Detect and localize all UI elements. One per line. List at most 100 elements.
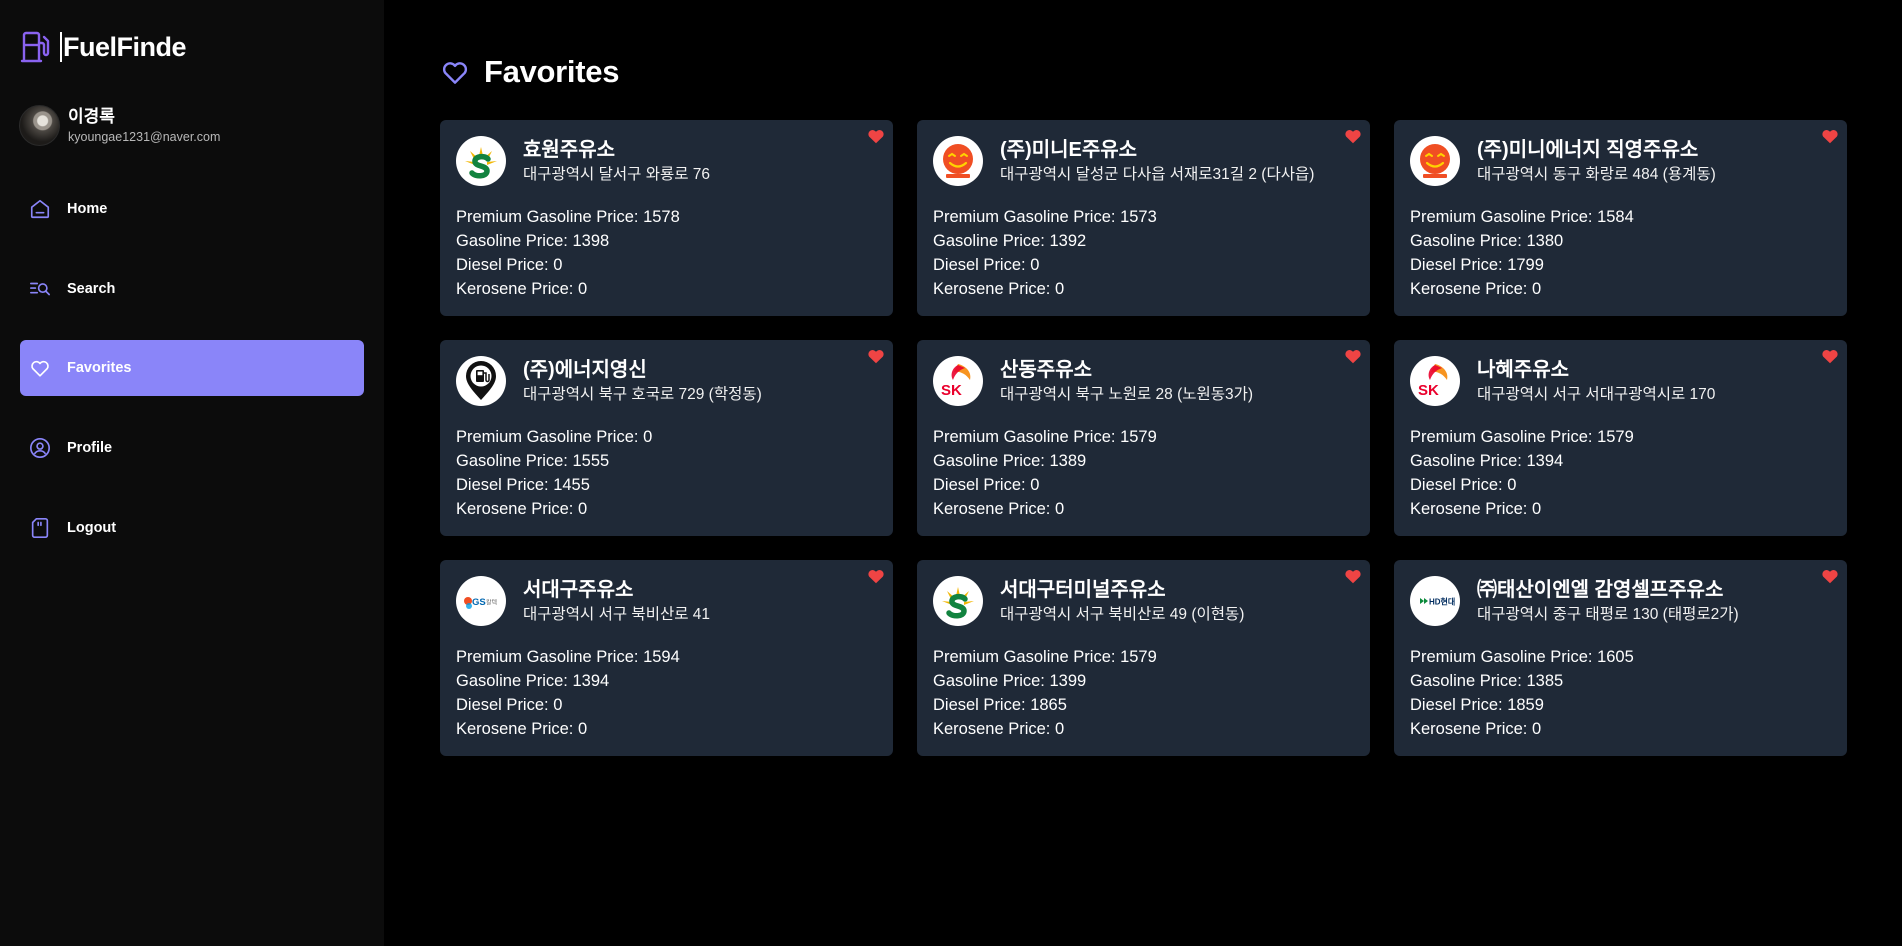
premium-price-value: 1578 — [643, 208, 680, 226]
favorite-heart-icon[interactable] — [1344, 568, 1362, 584]
diesel-price-label: Diesel Price: — [1410, 696, 1508, 714]
nav-favorites[interactable]: Favorites — [20, 340, 364, 396]
station-card[interactable]: SK 나혜주유소 대구광역시 서구 서대구광역시로 170 Premium Ga… — [1394, 340, 1847, 536]
alddle-logo — [1410, 136, 1460, 186]
gasoline-price-label: Gasoline Price: — [933, 232, 1050, 250]
gasoline-price-value: 1398 — [572, 232, 610, 250]
kerosene-price-label: Kerosene Price: — [1410, 720, 1532, 738]
station-name: (주)미니E주유소 — [1000, 139, 1138, 161]
premium-price-label: Premium Gasoline Price: — [1410, 648, 1598, 666]
favorite-heart-icon[interactable] — [867, 128, 885, 144]
diesel-price-label: Diesel Price: — [1410, 256, 1508, 274]
premium-price-value: 1605 — [1597, 648, 1634, 666]
gs-logo: GS 칼텍 — [456, 576, 506, 626]
diesel-price-value: 1799 — [1507, 256, 1544, 274]
gasoline-price-value: 1555 — [572, 452, 610, 470]
gasoline-price-value: 1380 — [1526, 232, 1564, 250]
station-name: 서대구주유소 — [523, 579, 634, 601]
diesel-price-row: Diesel Price: 0 — [933, 473, 1354, 497]
favorite-heart-icon[interactable] — [867, 568, 885, 584]
favorite-heart-icon[interactable] — [867, 348, 885, 364]
gasoline-price-value: 1389 — [1049, 452, 1087, 470]
sk-logo: SK — [1410, 356, 1460, 406]
kerosene-price-label: Kerosene Price: — [933, 280, 1055, 298]
kerosene-price-row: Kerosene Price: 0 — [933, 497, 1354, 521]
hd-logo: HD현대 — [1410, 576, 1460, 626]
diesel-price-value: 0 — [1030, 256, 1040, 274]
kerosene-price-value: 0 — [577, 280, 588, 298]
kerosene-price-label: Kerosene Price: — [1410, 500, 1532, 518]
favorite-heart-icon[interactable] — [1344, 128, 1362, 144]
premium-price-label: Premium Gasoline Price: — [1410, 208, 1598, 226]
sk-logo: SK — [933, 356, 983, 406]
premium-price-label: Premium Gasoline Price: — [456, 648, 644, 666]
kerosene-price-row: Kerosene Price: 0 — [456, 717, 877, 741]
gasoline-price-label: Gasoline Price: — [456, 452, 573, 470]
premium-price-label: Premium Gasoline Price: — [456, 428, 644, 446]
premium-price-row: Premium Gasoline Price: 1579 — [933, 425, 1354, 449]
favorite-heart-icon[interactable] — [1821, 348, 1839, 364]
gasoline-price-value: 1394 — [572, 672, 610, 690]
diesel-price-row: Diesel Price: 1859 — [1410, 693, 1831, 717]
svg-text:HD현대: HD현대 — [1429, 597, 1455, 607]
kerosene-price-value: 0 — [1054, 500, 1065, 518]
premium-price-row: Premium Gasoline Price: 1594 — [456, 645, 877, 669]
user-name: 이경록 — [68, 107, 115, 126]
station-address: 대구광역시 서구 북비산로 49 (이현동) — [1000, 606, 1245, 623]
gasoline-price-label: Gasoline Price: — [1410, 232, 1527, 250]
gasoline-price-value: 1399 — [1049, 672, 1087, 690]
gasoline-price-value: 1394 — [1526, 452, 1564, 470]
station-card[interactable]: GS 칼텍 서대구주유소 대구광역시 서구 북비산로 41 Premium Gas… — [440, 560, 893, 756]
user-card[interactable]: 이경록 kyoungae1231@naver.com — [19, 105, 220, 146]
station-name: 산동주유소 — [1000, 359, 1092, 381]
gasoline-price-label: Gasoline Price: — [933, 452, 1050, 470]
nav-search[interactable]: Search — [20, 261, 364, 317]
nav-favorites-label: Favorites — [67, 360, 132, 376]
station-address: 대구광역시 북구 노원로 28 (노원동3가) — [1000, 386, 1254, 403]
favorites-grid: 효원주유소 대구광역시 달서구 와룡로 76 Premium Gasoline … — [440, 120, 1847, 756]
station-name: ㈜태산이엔엘 감영셀프주유소 — [1477, 579, 1724, 601]
kerosene-price-value: 0 — [1531, 280, 1542, 298]
station-address: 대구광역시 달성군 다사읍 서재로31길 2 (다사읍) — [1000, 166, 1315, 183]
premium-price-row: Premium Gasoline Price: 0 — [456, 425, 877, 449]
kerosene-price-row: Kerosene Price: 0 — [933, 277, 1354, 301]
premium-price-value: 1584 — [1597, 208, 1634, 226]
favorite-heart-icon[interactable] — [1821, 568, 1839, 584]
premium-price-value: 1579 — [1120, 648, 1157, 666]
station-card[interactable]: (주)미니E주유소 대구광역시 달성군 다사읍 서재로31길 2 (다사읍) P… — [917, 120, 1370, 316]
premium-price-value: 1579 — [1597, 428, 1634, 446]
kerosene-price-value: 0 — [577, 720, 588, 738]
diesel-price-row: Diesel Price: 1799 — [1410, 253, 1831, 277]
kerosene-price-value: 0 — [1531, 500, 1542, 518]
premium-price-row: Premium Gasoline Price: 1605 — [1410, 645, 1831, 669]
gasoline-price-label: Gasoline Price: — [456, 232, 573, 250]
nav-logout[interactable]: Logout — [20, 500, 364, 556]
station-card[interactable]: (주)미니에너지 직영주유소 대구광역시 동구 화랑로 484 (용계동) Pr… — [1394, 120, 1847, 316]
station-card[interactable]: HD현대 ㈜태산이엔엘 감영셀프주유소 대구광역시 중구 태평로 130 (태평… — [1394, 560, 1847, 756]
alddle-logo — [933, 136, 983, 186]
fuel-pump-icon — [20, 31, 50, 63]
premium-price-row: Premium Gasoline Price: 1584 — [1410, 205, 1831, 229]
kerosene-price-row: Kerosene Price: 0 — [456, 277, 877, 301]
text-cursor — [60, 32, 62, 62]
app-title: FuelFinde — [63, 31, 187, 62]
app-brand[interactable]: FuelFinde — [20, 30, 187, 64]
favorite-heart-icon[interactable] — [1344, 348, 1362, 364]
kerosene-price-row: Kerosene Price: 0 — [1410, 717, 1831, 741]
station-name: 효원주유소 — [523, 139, 615, 161]
gasoline-price-row: Gasoline Price: 1392 — [933, 229, 1354, 253]
nav-home[interactable]: Home — [20, 181, 364, 237]
favorite-heart-icon[interactable] — [1821, 128, 1839, 144]
station-card[interactable]: (주)에너지영신 대구광역시 북구 호국로 729 (학정동) Premium … — [440, 340, 893, 536]
station-card[interactable]: 효원주유소 대구광역시 달서구 와룡로 76 Premium Gasoline … — [440, 120, 893, 316]
station-card[interactable]: 서대구터미널주유소 대구광역시 서구 북비산로 49 (이현동) Premium… — [917, 560, 1370, 756]
diesel-price-label: Diesel Price: — [456, 696, 554, 714]
gasoline-price-label: Gasoline Price: — [1410, 452, 1527, 470]
user-email: kyoungae1231@naver.com — [68, 130, 221, 144]
diesel-price-label: Diesel Price: — [456, 256, 554, 274]
nav-profile[interactable]: Profile — [20, 420, 364, 476]
station-card[interactable]: SK 산동주유소 대구광역시 북구 노원로 28 (노원동3가) Premium… — [917, 340, 1370, 536]
diesel-price-row: Diesel Price: 0 — [456, 693, 877, 717]
heart-icon — [28, 356, 52, 380]
premium-price-label: Premium Gasoline Price: — [933, 648, 1121, 666]
